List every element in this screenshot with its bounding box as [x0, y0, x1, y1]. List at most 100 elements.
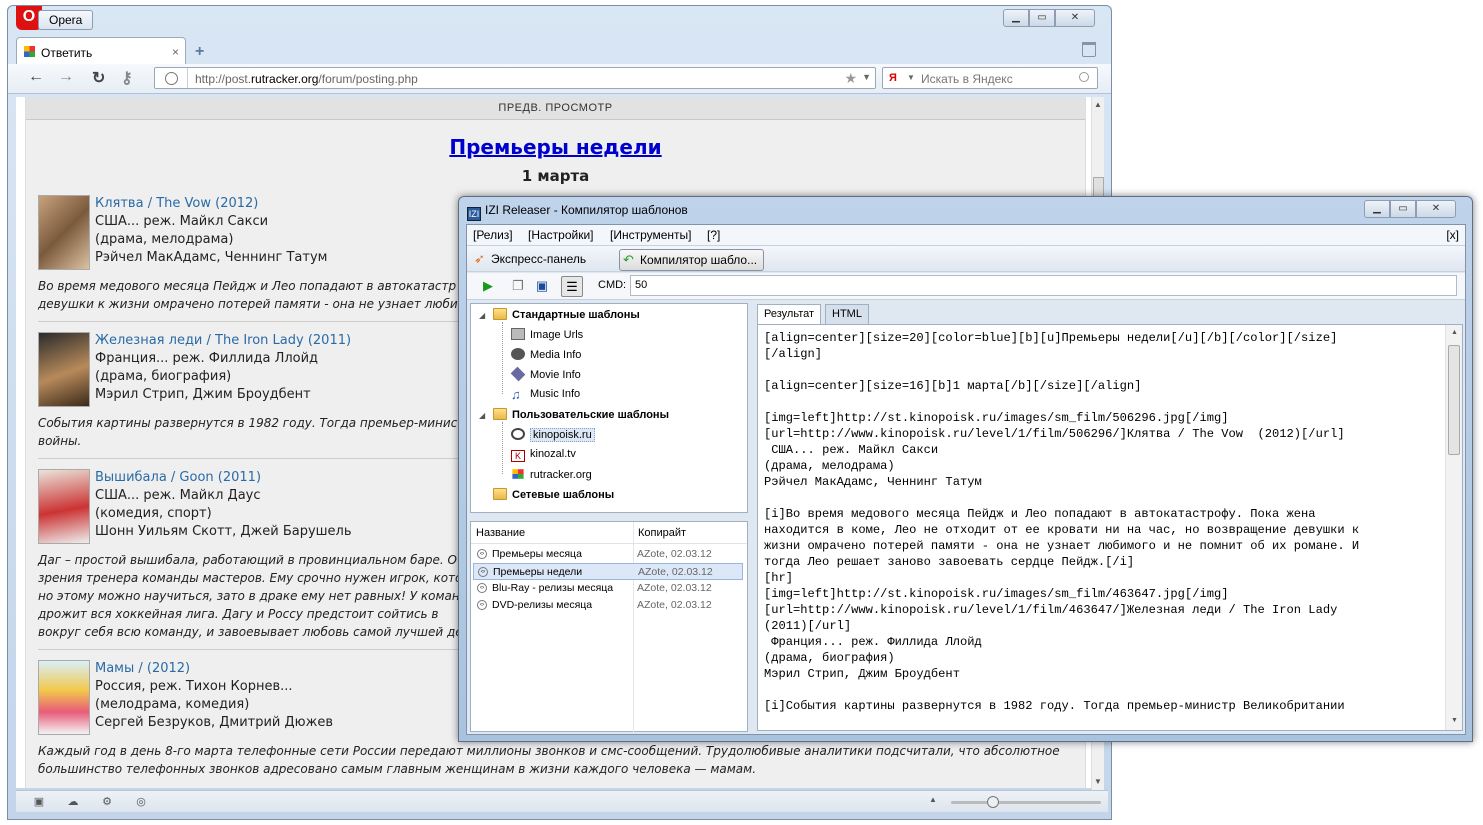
izi-command-toolbar: ▶ ❐ ▣ ☰ CMD: 50 [467, 273, 1465, 300]
item-copyright: AZote, 02.03.12 [637, 548, 712, 560]
turbo-icon[interactable]: ◎ [134, 795, 148, 808]
music-icon: ♫ [511, 387, 521, 402]
back-icon[interactable]: ← [28, 68, 44, 86]
tab-reply[interactable]: Ответить × [16, 37, 186, 64]
tab-close-icon[interactable]: × [172, 45, 179, 59]
result-output[interactable]: [align=center][size=20][color=blue][b][u… [757, 324, 1463, 731]
scroll-up-icon[interactable]: ▲ [1094, 100, 1102, 109]
folder-icon [493, 408, 507, 420]
address-bar[interactable]: http://post.rutracker.org/forum/posting.… [154, 67, 876, 89]
tree-label: kinozal.tv [530, 448, 576, 460]
search-box[interactable]: Я ▼ Искать в Яндекс [882, 67, 1098, 89]
menu-release[interactable]: [Релиз] [473, 225, 513, 245]
column-copyright[interactable]: Копирайт [638, 522, 686, 544]
tree-node-network[interactable]: Сетевые шаблоны [493, 488, 614, 501]
opera-window-controls: ▁ ▭ ✕ [1003, 9, 1095, 27]
compiler-button[interactable]: ↶ Компилятор шабло... [619, 249, 765, 271]
result-text[interactable]: [align=center][size=20][color=blue][b][u… [764, 330, 1442, 714]
tree-item-kinozal[interactable]: Kkinozal.tv [511, 448, 576, 462]
zoom-knob[interactable] [987, 796, 999, 808]
opera-navbar: ← → ↻ ⚷ http://post.rutracker.org/forum/… [8, 64, 1111, 94]
tree-item-kinopoisk[interactable]: kinopoisk.ru [511, 428, 595, 442]
maximize-icon[interactable]: ▭ [1029, 9, 1055, 27]
cmd-input[interactable]: 50 [630, 275, 1457, 296]
scroll-down-icon[interactable]: ▼ [1451, 717, 1458, 724]
menu-settings[interactable]: [Настройки] [528, 225, 594, 245]
movie-poster [38, 195, 90, 270]
movie-info: Вышибала / Goon (2011) США... реж. Майкл… [95, 469, 352, 541]
template-icon: ‹› [477, 549, 487, 559]
url-text[interactable]: http://post.rutracker.org/forum/posting.… [195, 72, 418, 86]
scroll-thumb[interactable] [1448, 345, 1460, 455]
list-item[interactable]: ‹› Blu-Ray - релизы месяца AZote, 02.03.12 [473, 580, 743, 597]
chevron-down-icon[interactable]: ▼ [907, 73, 915, 82]
tree-item-movie-info[interactable]: Movie Info [510, 366, 581, 382]
list-item[interactable]: ‹› DVD-релизы месяца AZote, 02.03.12 [473, 597, 743, 614]
result-scrollbar[interactable]: ▲ ▼ [1445, 325, 1462, 730]
movie-cast: Мэрил Стрип, Джим Броудбент [95, 387, 311, 402]
scroll-down-icon[interactable]: ▼ [1094, 777, 1102, 786]
tree-guide [502, 322, 503, 394]
trash-icon[interactable] [1082, 42, 1096, 57]
movie-genre: (комедия, спорт) [95, 506, 212, 521]
kinozal-icon: K [511, 450, 525, 462]
panel-toggle-icon[interactable]: ▣ [32, 795, 46, 808]
close-icon[interactable]: ✕ [1416, 200, 1456, 218]
movie-title-link[interactable]: Клятва / The Vow (2012) [95, 195, 327, 213]
save-icon[interactable]: ▣ [531, 276, 553, 297]
tab-result[interactable]: Результат [757, 304, 822, 325]
list-item[interactable]: ‹› Премьеры месяца AZote, 02.03.12 [473, 546, 743, 563]
rutracker-icon [512, 469, 524, 479]
column-name[interactable]: Название [476, 522, 525, 544]
collapse-icon[interactable]: ◢ [479, 411, 485, 420]
url-path: /forum/posting.php [318, 72, 418, 86]
search-placeholder[interactable]: Искать в Яндекс [921, 72, 1013, 86]
cloud-icon[interactable]: ☁ [66, 795, 80, 808]
scroll-up-icon[interactable]: ▲ [1451, 329, 1458, 336]
collapse-icon[interactable]: ◢ [479, 311, 485, 320]
bookmark-star-icon[interactable]: ★ [844, 70, 857, 87]
movie-title-link[interactable]: Мамы / (2012) [95, 660, 333, 678]
minimize-icon[interactable]: ▁ [1003, 9, 1029, 27]
tree-item-music-info[interactable]: ♫ Music Info [511, 388, 580, 401]
template-icon: ‹› [478, 567, 488, 577]
zoom-up-icon[interactable]: ▲ [926, 795, 940, 808]
movie-cast: Рэйчел МакАдамс, Ченнинг Татум [95, 250, 328, 265]
zoom-slider[interactable] [951, 796, 1101, 808]
movie-title-link[interactable]: Вышибала / Goon (2011) [95, 469, 352, 487]
tree-guide [502, 422, 503, 474]
template-icon: ‹› [477, 583, 487, 593]
movie-title-link[interactable]: Железная леди / The Iron Lady (2011) [95, 332, 351, 350]
list-view-icon[interactable]: ☰ [561, 276, 583, 297]
close-icon[interactable]: ✕ [1055, 9, 1095, 27]
run-icon[interactable]: ▶ [477, 276, 499, 297]
templates-list: Название Копирайт ‹› Премьеры месяца AZote… [470, 521, 748, 732]
menu-tools[interactable]: [Инструменты] [610, 225, 692, 245]
new-tab-icon[interactable]: + [195, 43, 204, 61]
chevron-down-icon[interactable]: ▼ [862, 72, 871, 82]
unite-icon[interactable]: ⚙ [100, 795, 114, 808]
menu-help[interactable]: [?] [707, 225, 720, 245]
tree-item-media-info[interactable]: Media Info [511, 348, 581, 361]
tree-item-image-urls[interactable]: Image Urls [511, 328, 583, 341]
key-icon[interactable]: ⚷ [121, 68, 133, 88]
tree-node-user[interactable]: Пользовательские шаблоны [493, 408, 669, 421]
opera-menu-button[interactable]: Opera [38, 10, 94, 30]
movie-cast: Сергей Безруков, Дмитрий Дюжев [95, 715, 333, 730]
tree-node-standard[interactable]: Стандартные шаблоны [493, 308, 640, 321]
forward-icon[interactable]: → [58, 68, 74, 86]
list-item-selected[interactable]: ‹› Премьеры недели AZote, 02.03.12 [473, 563, 743, 580]
page-title[interactable]: Премьеры недели [26, 135, 1085, 159]
maximize-icon[interactable]: ▭ [1390, 200, 1416, 218]
tab-html[interactable]: HTML [825, 304, 869, 324]
menu-close[interactable]: [x] [1446, 225, 1459, 245]
search-icon[interactable] [1079, 72, 1089, 82]
express-panel-button[interactable]: ➶ Экспресс-панель [471, 249, 586, 271]
reload-icon[interactable]: ↻ [92, 68, 105, 88]
tree-item-rutracker[interactable]: rutracker.org [511, 468, 592, 481]
movie-credits: США... реж. Майкл Даус [95, 488, 261, 503]
copy-icon[interactable]: ❐ [507, 276, 529, 297]
yandex-icon[interactable]: Я [889, 72, 897, 84]
minimize-icon[interactable]: ▁ [1364, 200, 1390, 218]
compiler-icon: ↶ [623, 252, 634, 267]
